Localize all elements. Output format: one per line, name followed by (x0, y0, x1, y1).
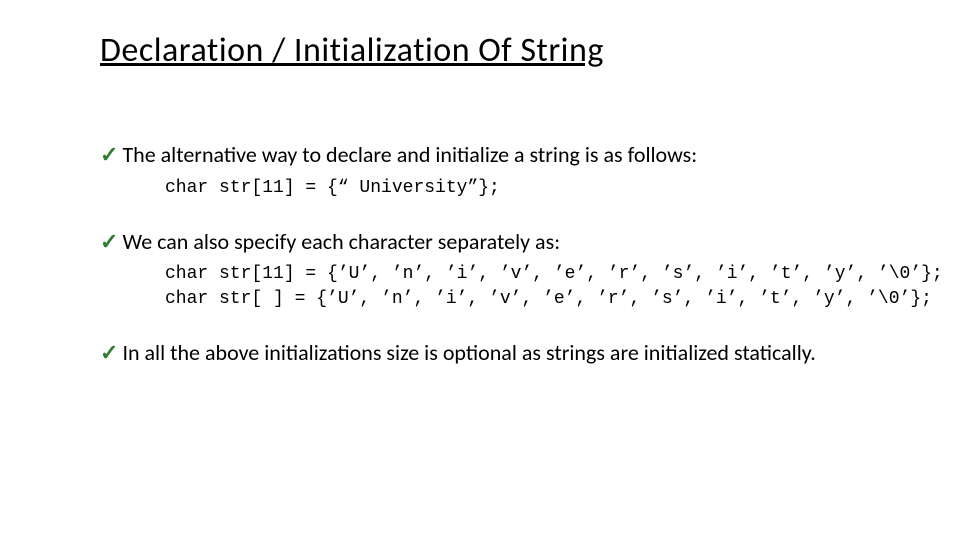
code-line-2a: char str[11] = {’U’, ’n’, ’i’, ’v’, ’e’,… (165, 264, 943, 284)
slide: Declaration / Initialization Of String ✓… (0, 0, 960, 368)
code-line-2b: char str[ ] = {’U’, ’n’, ’i’, ’v’, ’e’, … (165, 289, 932, 309)
bullet-3-text: In all the above initializations size is… (122, 339, 870, 368)
check-icon: ✓ (100, 141, 118, 170)
code-block-1: char str[11] = {“ University”}; (165, 176, 870, 200)
bullet-2: ✓ We can also specify each character sep… (100, 228, 870, 257)
slide-title: Declaration / Initialization Of String (100, 30, 870, 71)
check-icon: ✓ (100, 339, 118, 368)
bullet-2-text: We can also specify each character separ… (122, 228, 870, 257)
bullet-3: ✓ In all the above initializations size … (100, 339, 870, 368)
code-block-2: char str[11] = {’U’, ’n’, ’i’, ’v’, ’e’,… (165, 262, 870, 311)
bullet-1: ✓ The alternative way to declare and ini… (100, 141, 870, 170)
bullet-1-text: The alternative way to declare and initi… (122, 141, 870, 170)
check-icon: ✓ (100, 228, 118, 257)
